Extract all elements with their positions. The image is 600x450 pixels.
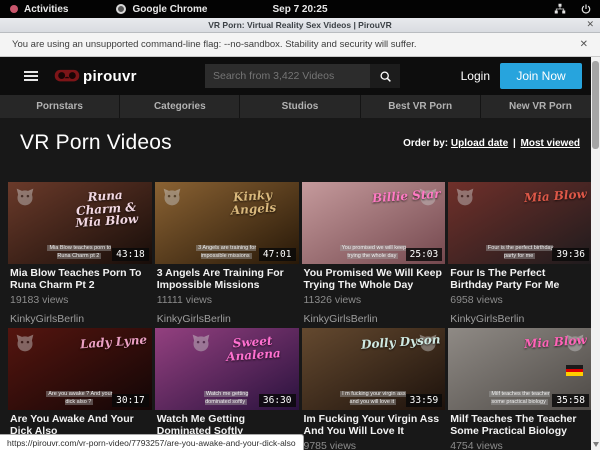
search-icon [379, 70, 392, 83]
thumbnail-caption: Are you awake ? And your dick also ? [45, 390, 113, 407]
join-now-button[interactable]: Join Now [500, 63, 582, 89]
video-thumbnail[interactable]: Mia Blow Four is the perfect birthday pa… [448, 182, 592, 264]
window-close-icon[interactable]: ✕ [586, 19, 594, 30]
duration-badge: 39:36 [552, 248, 589, 261]
thumbnail-overlay-name: Kinky Angels [211, 187, 295, 218]
thumbnail-caption: Milf teaches the teacher some practical … [486, 390, 554, 407]
browser-title-bar: VR Porn: Virtual Reality Sex Videos | Pi… [0, 18, 600, 33]
video-grid: Runa Charm & Mia Blow Mia Blow teaches p… [0, 182, 600, 450]
duration-badge: 36:30 [259, 394, 296, 407]
order-by-upload-date-link[interactable]: Upload date [451, 138, 508, 149]
video-card[interactable]: Dolly Dyson I m fucking your virgin ass … [302, 328, 446, 450]
video-studio-link[interactable]: KinkyGirlsBerlin [10, 313, 150, 325]
video-title-link[interactable]: Milf Teaches The Teacher Some Practical … [450, 414, 590, 437]
status-bar-url: https://pirouvr.com/vr-porn-video/779325… [7, 438, 296, 448]
thumbnail-overlay-name: Sweet Analena [211, 333, 295, 364]
search-input[interactable] [205, 64, 370, 88]
video-studio-link[interactable]: KinkyGirlsBerlin [157, 313, 297, 325]
search-button[interactable] [370, 64, 400, 88]
video-title-link[interactable]: Four Is The Perfect Birthday Party For M… [450, 268, 590, 291]
system-top-bar: Activities Google Chrome Sep 7 20:25 [0, 0, 600, 18]
clock[interactable]: Sep 7 20:25 [0, 4, 600, 15]
site-logo-text: pirouvr [83, 68, 137, 85]
video-card[interactable]: Kinky Angels 3 Angels are training for i… [155, 182, 299, 328]
video-title-link[interactable]: Im Fucking Your Virgin Ass And You Will … [304, 414, 444, 437]
nav-item-categories[interactable]: Categories [120, 95, 239, 118]
duration-badge: 30:17 [112, 394, 149, 407]
order-by-controls: Order by: Upload date | Most viewed [403, 138, 580, 149]
video-card[interactable]: Lady Lyne Are you awake ? And your dick … [8, 328, 152, 450]
video-thumbnail[interactable]: Billie Star You promised we will keep tr… [302, 182, 446, 264]
video-views: 19183 views [10, 294, 150, 306]
german-flag-icon [566, 365, 583, 376]
studio-watermark-icon [15, 187, 35, 207]
status-bar: https://pirouvr.com/vr-porn-video/779325… [0, 434, 304, 450]
power-icon[interactable] [580, 3, 592, 15]
site-logo[interactable]: pirouvr [54, 68, 137, 85]
thumbnail-caption: Mia Blow teaches porn to Runa Charm pt 2 [45, 244, 113, 261]
browser-scrollbar[interactable] [591, 57, 600, 450]
infobar-message: You are using an unsupported command-lin… [12, 39, 417, 50]
video-thumbnail[interactable]: Mia Blow Milf teaches the teacher some p… [448, 328, 592, 410]
thumbnail-caption: I m fucking your virgin ass and you will… [339, 390, 407, 407]
thumbnail-caption: You promised we will keep trying the who… [339, 244, 407, 261]
video-title-link[interactable]: You Promised We Will Keep Trying The Who… [304, 268, 444, 291]
video-views: 4754 views [450, 440, 590, 450]
thumbnail-overlay-name: Runa Charm & Mia Blow [64, 187, 148, 230]
nav-item-new-vr-porn[interactable]: New VR Porn [481, 95, 600, 118]
video-card[interactable]: Mia Blow Milf teaches the teacher some p… [448, 328, 592, 450]
video-views: 6958 views [450, 294, 590, 306]
main-navigation: PornstarsCategoriesStudiosBest VR PornNe… [0, 95, 600, 118]
nav-item-pornstars[interactable]: Pornstars [0, 95, 119, 118]
duration-badge: 35:58 [552, 394, 589, 407]
nav-item-studios[interactable]: Studios [240, 95, 359, 118]
video-card[interactable]: Mia Blow Four is the perfect birthday pa… [448, 182, 592, 328]
window-title: VR Porn: Virtual Reality Sex Videos | Pi… [208, 20, 391, 30]
duration-badge: 47:01 [259, 248, 296, 261]
thumbnail-caption: Four is the perfect birthday party for m… [486, 244, 554, 261]
site-header: pirouvr Login Join Now [0, 57, 600, 95]
video-thumbnail[interactable]: Kinky Angels 3 Angels are training for i… [155, 182, 299, 264]
duration-badge: 25:03 [406, 248, 443, 261]
browser-infobar: You are using an unsupported command-lin… [0, 33, 600, 57]
thumbnail-overlay-name: Mia Blow [524, 188, 588, 205]
vr-goggles-icon [54, 69, 80, 83]
network-icon[interactable] [554, 3, 566, 15]
video-views: 9785 views [304, 440, 444, 450]
scrollbar-down-arrow[interactable] [593, 442, 599, 447]
infobar-close-icon[interactable]: ✕ [580, 39, 588, 50]
video-thumbnail[interactable]: Dolly Dyson I m fucking your virgin ass … [302, 328, 446, 410]
studio-watermark-icon [15, 333, 35, 353]
duration-badge: 43:18 [112, 248, 149, 261]
video-card[interactable]: Runa Charm & Mia Blow Mia Blow teaches p… [8, 182, 152, 328]
video-studio-link[interactable]: KinkyGirlsBerlin [450, 313, 590, 325]
video-views: 11111 views [157, 294, 297, 306]
thumbnail-caption: Watch me getting dominated softly [192, 390, 260, 407]
video-studio-link[interactable]: KinkyGirlsBerlin [304, 313, 444, 325]
video-title-link[interactable]: 3 Angels Are Training For Impossible Mis… [157, 268, 297, 291]
order-by-separator: | [513, 138, 516, 149]
video-thumbnail[interactable]: Sweet Analena Watch me getting dominated… [155, 328, 299, 410]
studio-watermark-icon [455, 187, 475, 207]
studio-watermark-icon [191, 333, 211, 353]
page-content: pirouvr Login Join Now PornstarsCategori… [0, 57, 600, 450]
studio-watermark-icon [162, 187, 182, 207]
thumbnail-caption: 3 Angels are training for impossible mis… [192, 244, 260, 261]
page-title: VR Porn Videos [20, 131, 172, 155]
scrollbar-thumb[interactable] [592, 61, 599, 149]
video-thumbnail[interactable]: Lady Lyne Are you awake ? And your dick … [8, 328, 152, 410]
nav-item-best-vr-porn[interactable]: Best VR Porn [361, 95, 480, 118]
hamburger-menu-icon[interactable] [24, 71, 38, 81]
duration-badge: 33:59 [406, 394, 443, 407]
thumbnail-overlay-name: Lady Lyne [79, 334, 147, 351]
video-thumbnail[interactable]: Runa Charm & Mia Blow Mia Blow teaches p… [8, 182, 152, 264]
video-card[interactable]: Sweet Analena Watch me getting dominated… [155, 328, 299, 450]
order-by-most-viewed-link[interactable]: Most viewed [521, 138, 580, 149]
order-by-label: Order by: [403, 138, 448, 149]
video-views: 11326 views [304, 294, 444, 306]
video-card[interactable]: Billie Star You promised we will keep tr… [302, 182, 446, 328]
login-link[interactable]: Login [461, 69, 490, 83]
video-title-link[interactable]: Mia Blow Teaches Porn To Runa Charm Pt 2 [10, 268, 150, 291]
